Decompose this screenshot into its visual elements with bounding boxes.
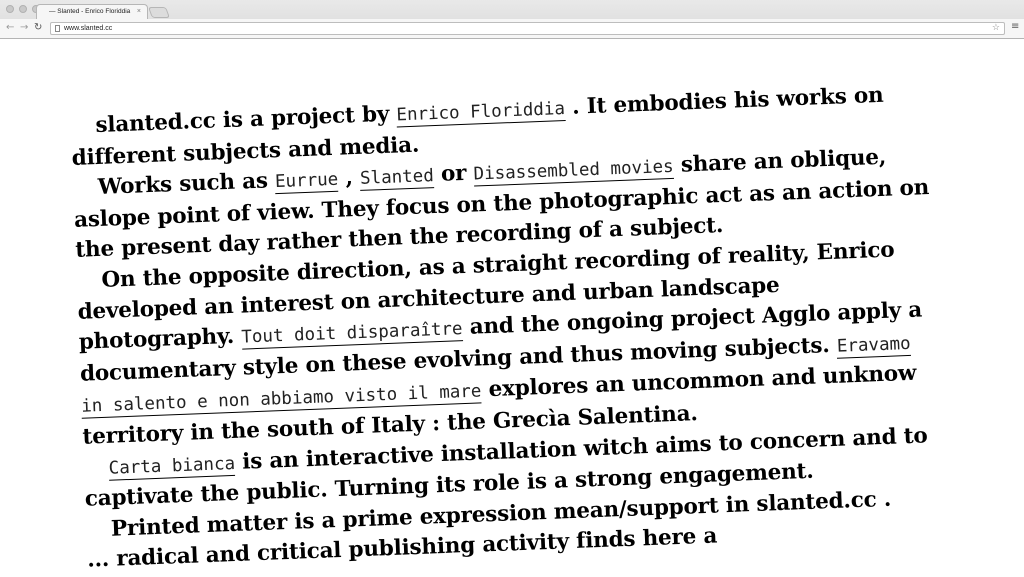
url-text: www.slanted.cc	[64, 25, 113, 32]
reload-icon[interactable]: ↻	[34, 22, 42, 34]
bookmark-star-icon[interactable]: ☆	[992, 22, 1000, 33]
link-carta-bianca[interactable]: Carta bianca	[108, 453, 236, 481]
address-bar[interactable]: www.slanted.cc ☆	[50, 22, 1005, 35]
text: slanted.cc is a project by	[95, 101, 397, 139]
forward-arrow-icon[interactable]: →	[20, 22, 28, 34]
link-disassembled-movies[interactable]: Disassembled movies	[473, 157, 675, 187]
window-controls	[6, 5, 40, 13]
link-tout-doit-disparaitre[interactable]: Tout doit disparaître	[241, 319, 463, 350]
paragraph-architecture: On the opposite direction, as a straight…	[76, 234, 943, 453]
tab-title: — Slanted - Enrico Floriddia	[49, 8, 131, 15]
tab-strip: — Slanted - Enrico Floriddia ×	[0, 0, 1024, 19]
menu-icon[interactable]: ≡	[1011, 21, 1019, 32]
close-window-button[interactable]	[6, 5, 14, 13]
browser-chrome: — Slanted - Enrico Floriddia × ← → ↻ www…	[0, 0, 1024, 39]
text: or	[433, 160, 475, 188]
tab-close-icon[interactable]: ×	[137, 5, 141, 19]
link-enrico-floriddia[interactable]: Enrico Floriddia	[396, 99, 566, 128]
toolbar: ← → ↻ www.slanted.cc ☆	[0, 19, 1024, 38]
new-tab-button[interactable]	[147, 7, 171, 18]
page-content: slanted.cc is a project by Enrico Florid…	[70, 79, 947, 577]
tab-active[interactable]: — Slanted - Enrico Floriddia ×	[36, 4, 148, 19]
minimize-window-button[interactable]	[19, 5, 27, 13]
back-arrow-icon[interactable]: ←	[6, 22, 14, 34]
text: ,	[337, 165, 361, 191]
page-icon	[55, 25, 60, 32]
link-slanted[interactable]: Slanted	[359, 166, 435, 192]
text: Works such as	[97, 168, 276, 201]
link-eurrue[interactable]: Eurrue	[274, 169, 339, 195]
